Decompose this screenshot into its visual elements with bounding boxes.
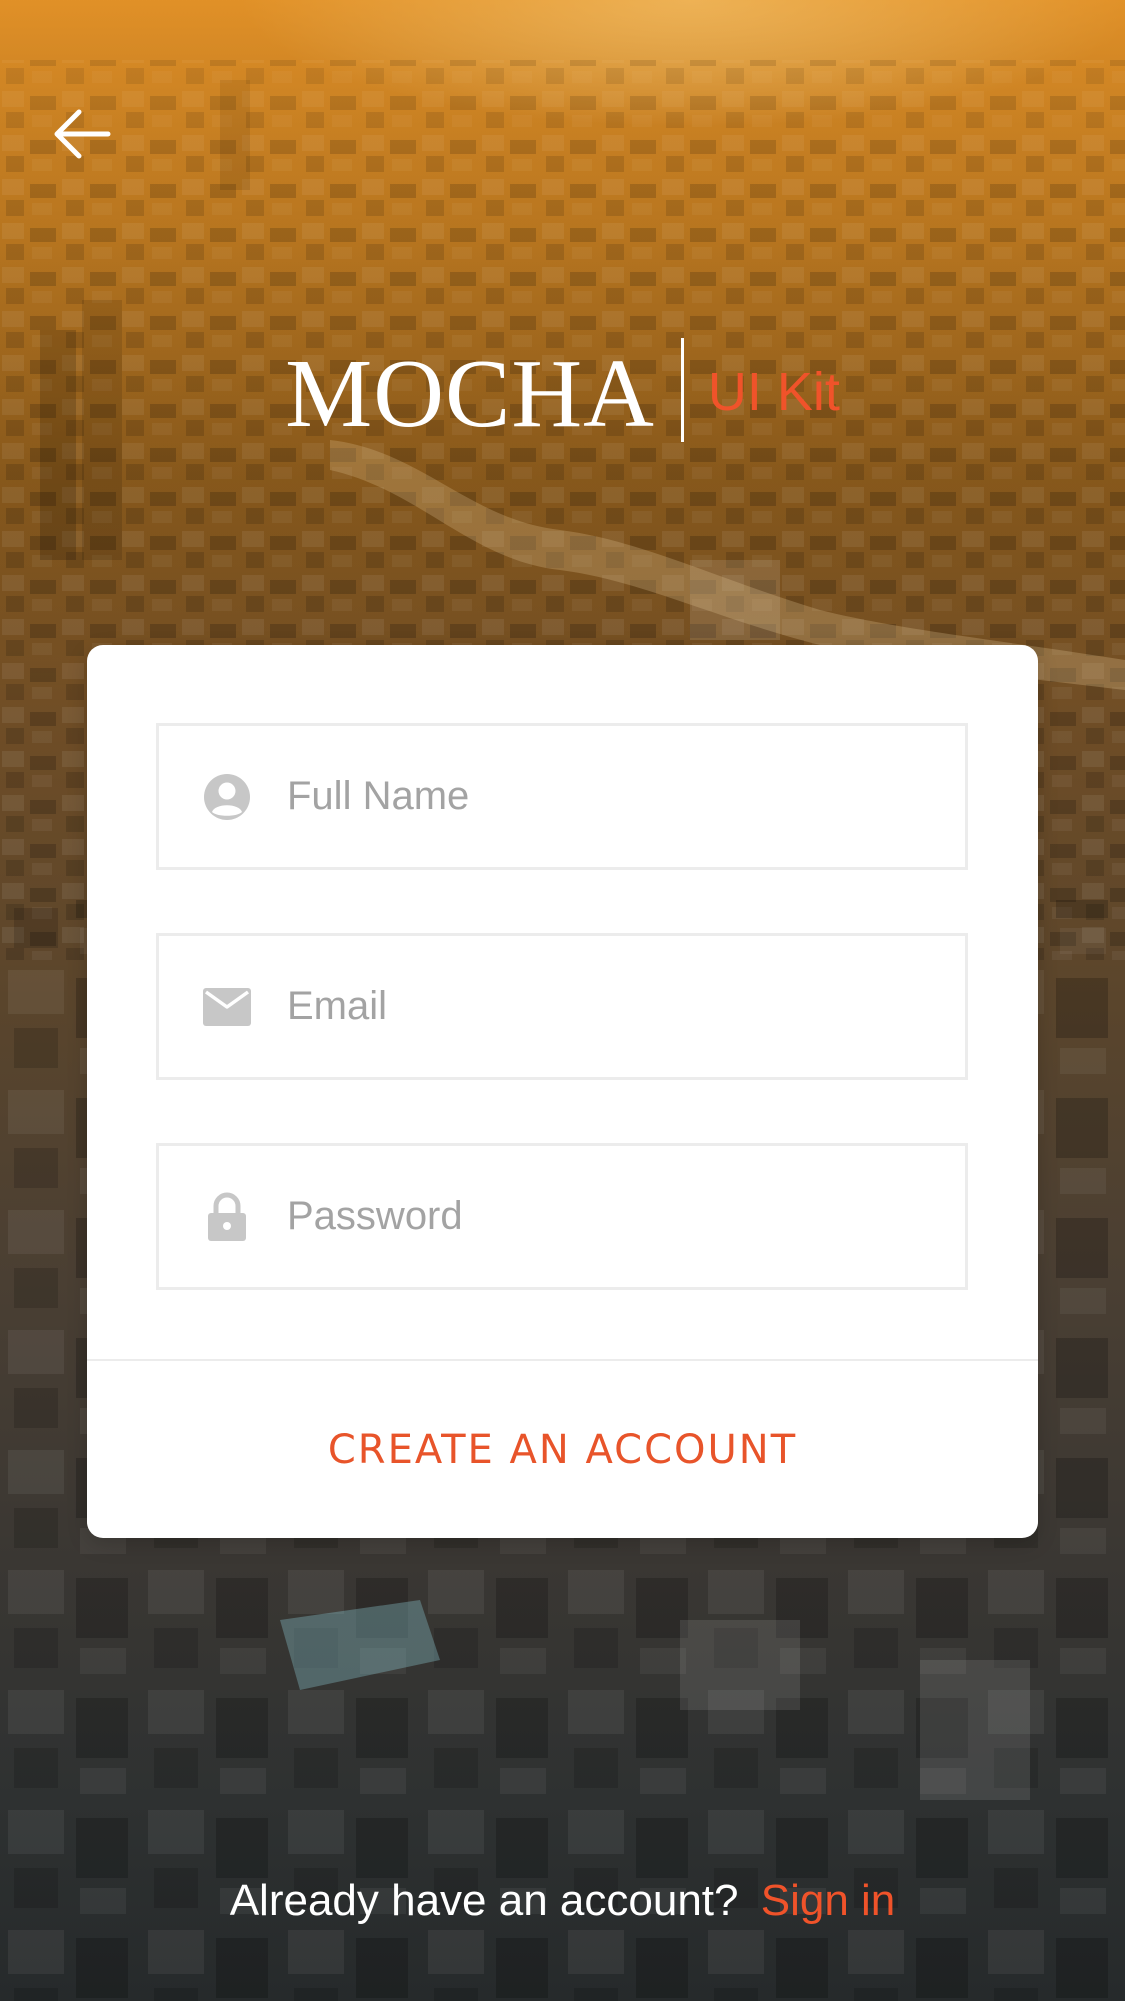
user-icon <box>201 771 253 823</box>
email-input[interactable] <box>287 984 927 1029</box>
create-account-button[interactable]: CREATE AN ACCOUNT <box>87 1361 1038 1538</box>
brand-subtitle: UI Kit <box>707 361 840 422</box>
signin-prompt: Already have an account? Sign in <box>0 1876 1125 1926</box>
signin-prompt-text: Already have an account? <box>229 1876 739 1925</box>
password-input[interactable] <box>287 1194 927 1239</box>
lock-icon <box>201 1191 253 1243</box>
signup-card: CREATE AN ACCOUNT <box>87 645 1038 1538</box>
full-name-input[interactable] <box>287 774 927 819</box>
back-button[interactable] <box>52 106 120 162</box>
signin-link[interactable]: Sign in <box>761 1876 896 1925</box>
logo-divider <box>680 337 684 442</box>
full-name-field[interactable] <box>156 723 968 870</box>
arrow-left-icon <box>54 109 111 159</box>
password-field[interactable] <box>156 1143 968 1290</box>
signup-screen: MOCHA UI Kit Full Name Email CREATE AN A… <box>0 0 1125 2001</box>
mail-icon <box>201 981 253 1033</box>
brand-name: MOCHA <box>285 339 655 448</box>
brand-logo: MOCHA UI Kit <box>0 332 1125 447</box>
email-field[interactable] <box>156 933 968 1080</box>
